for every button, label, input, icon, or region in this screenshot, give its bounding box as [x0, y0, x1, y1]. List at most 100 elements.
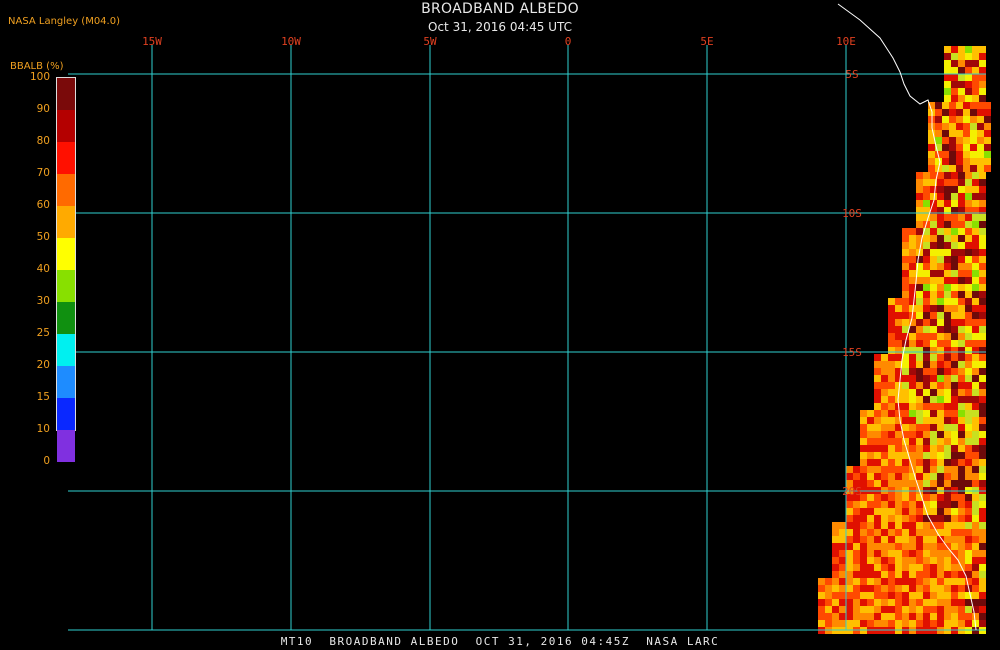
- albedo-pixel: [956, 130, 963, 137]
- albedo-pixel: [958, 333, 965, 340]
- albedo-pixel: [972, 613, 979, 620]
- albedo-pixel: [951, 564, 958, 571]
- albedo-pixel: [958, 620, 965, 627]
- longitude-label: 15W: [142, 35, 162, 48]
- albedo-pixel: [951, 494, 958, 501]
- albedo-pixel: [951, 284, 958, 291]
- albedo-pixel: [860, 543, 867, 550]
- albedo-pixel: [965, 46, 972, 53]
- albedo-pixel: [895, 452, 902, 459]
- albedo-pixel: [895, 620, 902, 627]
- albedo-pixel: [909, 550, 916, 557]
- albedo-pixel: [902, 368, 909, 375]
- albedo-pixel: [853, 515, 860, 522]
- albedo-pixel: [860, 536, 867, 543]
- albedo-pixel: [951, 396, 958, 403]
- albedo-pixel: [923, 620, 930, 627]
- albedo-pixel: [888, 375, 895, 382]
- albedo-pixel: [930, 445, 937, 452]
- albedo-pixel: [951, 172, 958, 179]
- albedo-pixel: [979, 81, 986, 88]
- albedo-pixel: [867, 431, 874, 438]
- albedo-pixel: [916, 375, 923, 382]
- albedo-pixel: [930, 298, 937, 305]
- albedo-pixel: [930, 459, 937, 466]
- albedo-pixel: [951, 431, 958, 438]
- albedo-pixel: [888, 550, 895, 557]
- albedo-pixel: [965, 60, 972, 67]
- latitude-label: 15S: [842, 346, 862, 359]
- albedo-pixel: [972, 445, 979, 452]
- albedo-pixel: [970, 116, 977, 123]
- albedo-pixel: [853, 613, 860, 620]
- albedo-pixel: [888, 312, 895, 319]
- albedo-pixel: [930, 347, 937, 354]
- albedo-pixel: [979, 340, 986, 347]
- albedo-pixel: [935, 158, 942, 165]
- albedo-pixel: [895, 312, 902, 319]
- albedo-pixel: [944, 494, 951, 501]
- albedo-pixel: [972, 88, 979, 95]
- albedo-pixel: [965, 529, 972, 536]
- albedo-pixel: [965, 270, 972, 277]
- albedo-pixel: [979, 508, 986, 515]
- albedo-pixel: [965, 375, 972, 382]
- albedo-pixel: [937, 473, 944, 480]
- albedo-pixel: [902, 270, 909, 277]
- albedo-pixel: [951, 445, 958, 452]
- albedo-pixel: [895, 571, 902, 578]
- albedo-pixel: [895, 438, 902, 445]
- albedo-pixel: [944, 270, 951, 277]
- longitude-label: 10W: [281, 35, 301, 48]
- albedo-pixel: [874, 529, 881, 536]
- albedo-pixel: [874, 480, 881, 487]
- albedo-pixel: [944, 361, 951, 368]
- albedo-pixel: [984, 165, 991, 172]
- albedo-pixel: [930, 396, 937, 403]
- albedo-pixel: [874, 438, 881, 445]
- albedo-pixel: [895, 445, 902, 452]
- albedo-pixel: [888, 459, 895, 466]
- albedo-pixel: [853, 543, 860, 550]
- albedo-pixel: [839, 620, 846, 627]
- albedo-pixel: [935, 109, 942, 116]
- albedo-pixel: [972, 291, 979, 298]
- albedo-pixel: [867, 557, 874, 564]
- albedo-pixel: [972, 452, 979, 459]
- albedo-pixel: [979, 592, 986, 599]
- albedo-pixel: [944, 193, 951, 200]
- albedo-pixel: [930, 389, 937, 396]
- albedo-pixel: [942, 137, 949, 144]
- longitude-label: 10E: [836, 35, 856, 48]
- albedo-pixel: [944, 501, 951, 508]
- albedo-pixel: [874, 368, 881, 375]
- albedo-pixel: [965, 221, 972, 228]
- albedo-pixel: [874, 571, 881, 578]
- color-legend: [56, 77, 76, 462]
- albedo-pixel: [881, 382, 888, 389]
- albedo-pixel: [944, 60, 951, 67]
- legend-label: 50: [36, 231, 50, 243]
- albedo-pixel: [888, 361, 895, 368]
- albedo-pixel: [958, 522, 965, 529]
- albedo-pixel: [965, 557, 972, 564]
- albedo-pixel: [902, 242, 909, 249]
- albedo-pixel: [923, 417, 930, 424]
- albedo-pixel: [881, 585, 888, 592]
- albedo-pixel: [951, 452, 958, 459]
- albedo-pixel: [937, 312, 944, 319]
- albedo-pixel: [972, 60, 979, 67]
- albedo-pixel: [916, 228, 923, 235]
- albedo-pixel: [937, 249, 944, 256]
- albedo-pixel: [937, 529, 944, 536]
- albedo-pixel: [874, 606, 881, 613]
- albedo-pixel: [958, 515, 965, 522]
- albedo-pixel: [937, 368, 944, 375]
- albedo-pixel: [874, 431, 881, 438]
- albedo-pixel: [972, 564, 979, 571]
- albedo-pixel: [874, 473, 881, 480]
- albedo-pixel: [979, 270, 986, 277]
- albedo-pixel: [944, 256, 951, 263]
- albedo-pixel: [984, 130, 991, 137]
- albedo-pixel: [909, 256, 916, 263]
